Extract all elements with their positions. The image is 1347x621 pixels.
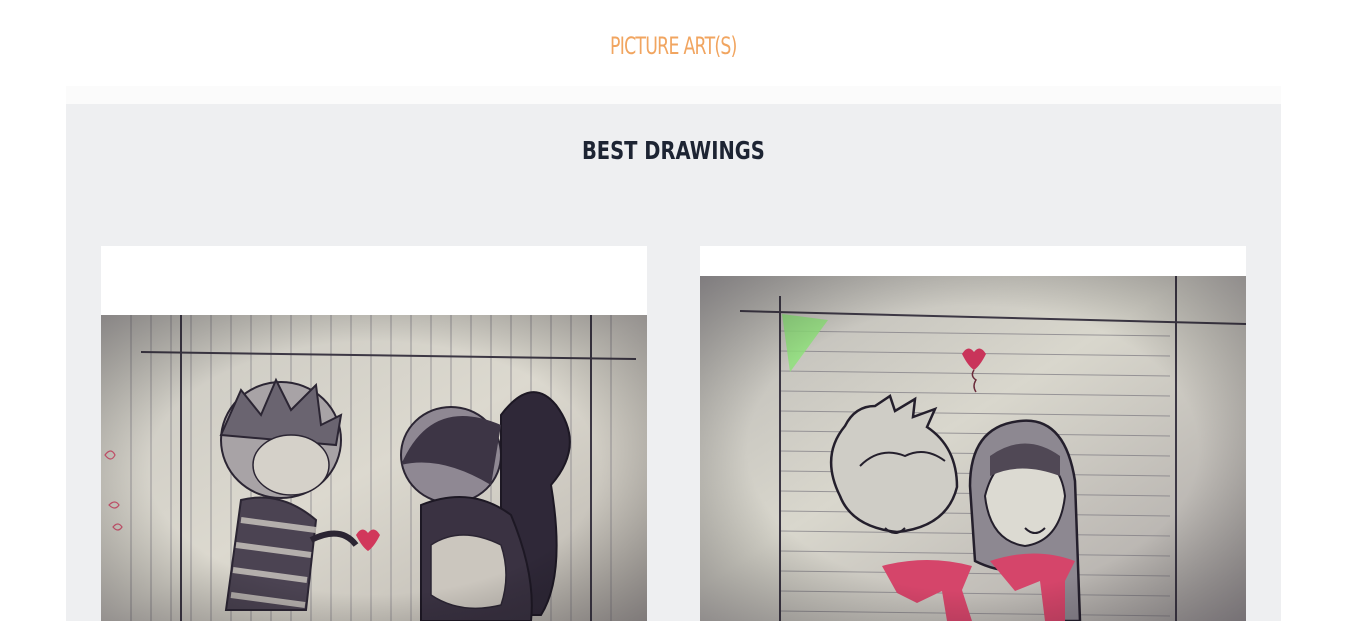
drawing-image-1[interactable] [101,315,647,621]
gallery-card-2[interactable] [700,246,1246,621]
site-title[interactable]: PICTURE ART(S) [188,32,1158,60]
site-header: PICTURE ART(S) [0,0,1347,86]
gallery-card-1[interactable] [101,246,647,621]
section-title: BEST DRAWINGS [581,136,765,165]
drawings-gallery: BEST DRAWINGS [66,104,1281,621]
drawing-image-2[interactable] [700,276,1246,621]
header-divider [66,86,1281,104]
